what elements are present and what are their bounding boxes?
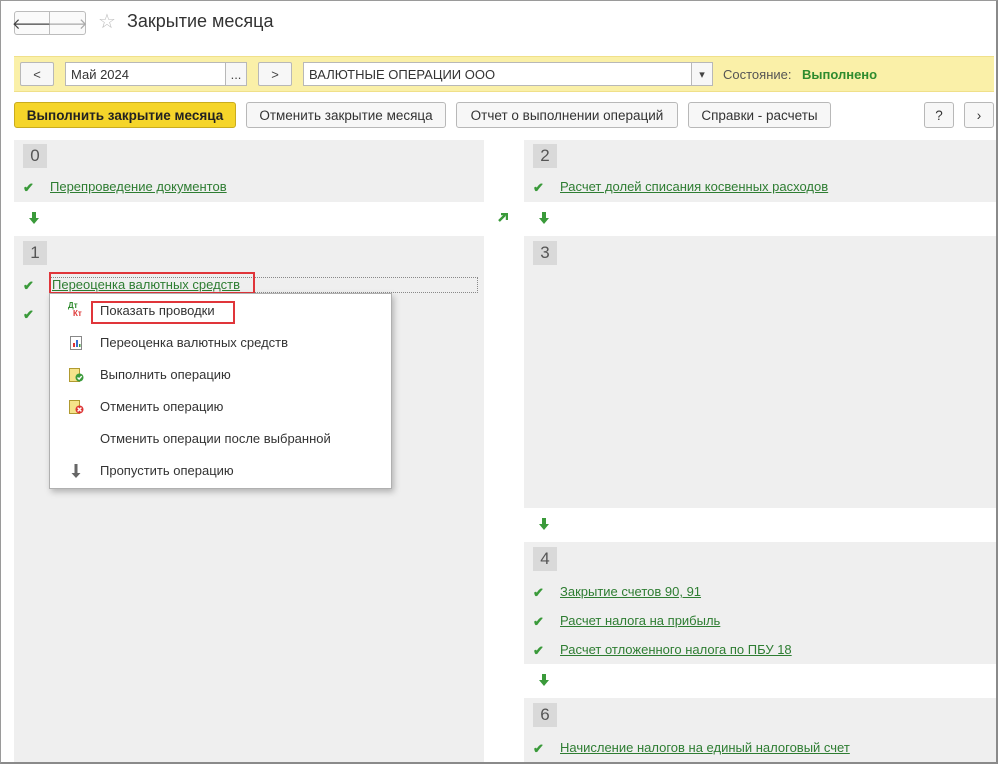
chevron-down-icon: ▾ bbox=[699, 68, 705, 81]
down-arrow-icon bbox=[539, 212, 549, 224]
more-button[interactable]: › bbox=[964, 102, 994, 128]
done-check-icon: ✔ bbox=[533, 585, 544, 600]
highlight-box bbox=[49, 272, 255, 294]
done-check-icon: ✔ bbox=[23, 180, 34, 195]
favorite-star-icon[interactable]: ☆ bbox=[98, 9, 116, 34]
op-single-tax-account[interactable]: Начисление налогов на единый налоговый с… bbox=[560, 740, 850, 755]
op-deferred-tax-pbu18[interactable]: Расчет отложенного налога по ПБУ 18 bbox=[560, 642, 792, 657]
status-label: Состояние: bbox=[723, 67, 792, 82]
calculations-button[interactable]: Справки - расчеты bbox=[688, 102, 831, 128]
page-title: Закрытие месяца bbox=[127, 11, 274, 31]
down-arrow-icon bbox=[539, 674, 549, 686]
step-4-number: 4 bbox=[533, 547, 557, 571]
done-check-icon: ✔ bbox=[533, 643, 544, 658]
help-button[interactable]: ? bbox=[924, 102, 954, 128]
diagonal-arrow-icon bbox=[498, 213, 508, 222]
period-field[interactable]: Май 2024 bbox=[65, 62, 226, 86]
menu-item-skip-operation[interactable]: Пропустить операцию bbox=[100, 463, 234, 478]
back-button[interactable]: 🡐 bbox=[11, 11, 53, 35]
month-closing-window: 🡐 🡒 ☆ Закрытие месяца < Май 2024 ... > В… bbox=[0, 0, 998, 764]
cancel-month-closing-button[interactable]: Отменить закрытие месяца bbox=[246, 102, 446, 128]
cancel-operation-icon bbox=[69, 400, 84, 414]
done-check-icon: ✔ bbox=[533, 614, 544, 629]
down-arrow-icon bbox=[29, 212, 39, 224]
step-2-number: 2 bbox=[533, 144, 557, 168]
skip-arrow-icon bbox=[71, 464, 81, 478]
done-check-icon: ✔ bbox=[23, 307, 34, 322]
highlight-box bbox=[91, 301, 235, 324]
organization-dropdown-button[interactable]: ▾ bbox=[691, 62, 713, 86]
period-picker-button[interactable]: ... bbox=[225, 62, 247, 86]
dt-kt-icon: Дт Кт bbox=[68, 301, 82, 318]
done-check-icon: ✔ bbox=[533, 180, 544, 195]
step-0-number: 0 bbox=[23, 144, 47, 168]
operations-report-button[interactable]: Отчет о выполнении операций bbox=[456, 102, 678, 128]
step-6-number: 6 bbox=[533, 703, 557, 727]
execute-icon bbox=[69, 368, 84, 382]
forward-button[interactable]: 🡒 bbox=[47, 11, 88, 35]
step-3-panel bbox=[524, 236, 996, 508]
op-reposting-documents[interactable]: Перепроведение документов bbox=[50, 179, 227, 194]
back-arrow-icon: 🡐 bbox=[11, 15, 53, 33]
next-period-button[interactable]: > bbox=[258, 62, 292, 86]
forward-arrow-icon: 🡒 bbox=[47, 15, 88, 33]
run-month-closing-button[interactable]: Выполнить закрытие месяца bbox=[14, 102, 236, 128]
done-check-icon: ✔ bbox=[533, 741, 544, 756]
op-closing-accounts-90-91[interactable]: Закрытие счетов 90, 91 bbox=[560, 584, 701, 599]
menu-item-cancel-operation[interactable]: Отменить операцию bbox=[100, 399, 223, 414]
status-value: Выполнено bbox=[802, 67, 878, 82]
menu-item-currency-revaluation[interactable]: Переоценка валютных средств bbox=[100, 335, 288, 350]
report-icon bbox=[70, 336, 82, 350]
menu-item-cancel-after-selected[interactable]: Отменить операции после выбранной bbox=[100, 431, 331, 446]
done-check-icon: ✔ bbox=[23, 278, 34, 293]
op-profit-tax[interactable]: Расчет налога на прибыль bbox=[560, 613, 720, 628]
prev-period-button[interactable]: < bbox=[20, 62, 54, 86]
down-arrow-icon bbox=[539, 518, 549, 530]
step-1-number: 1 bbox=[23, 241, 47, 265]
op-indirect-costs-shares[interactable]: Расчет долей списания косвенных расходов bbox=[560, 179, 828, 194]
organization-field[interactable]: ВАЛЮТНЫЕ ОПЕРАЦИИ ООО bbox=[303, 62, 692, 86]
menu-item-run-operation[interactable]: Выполнить операцию bbox=[100, 367, 231, 382]
step-3-number: 3 bbox=[533, 241, 557, 265]
